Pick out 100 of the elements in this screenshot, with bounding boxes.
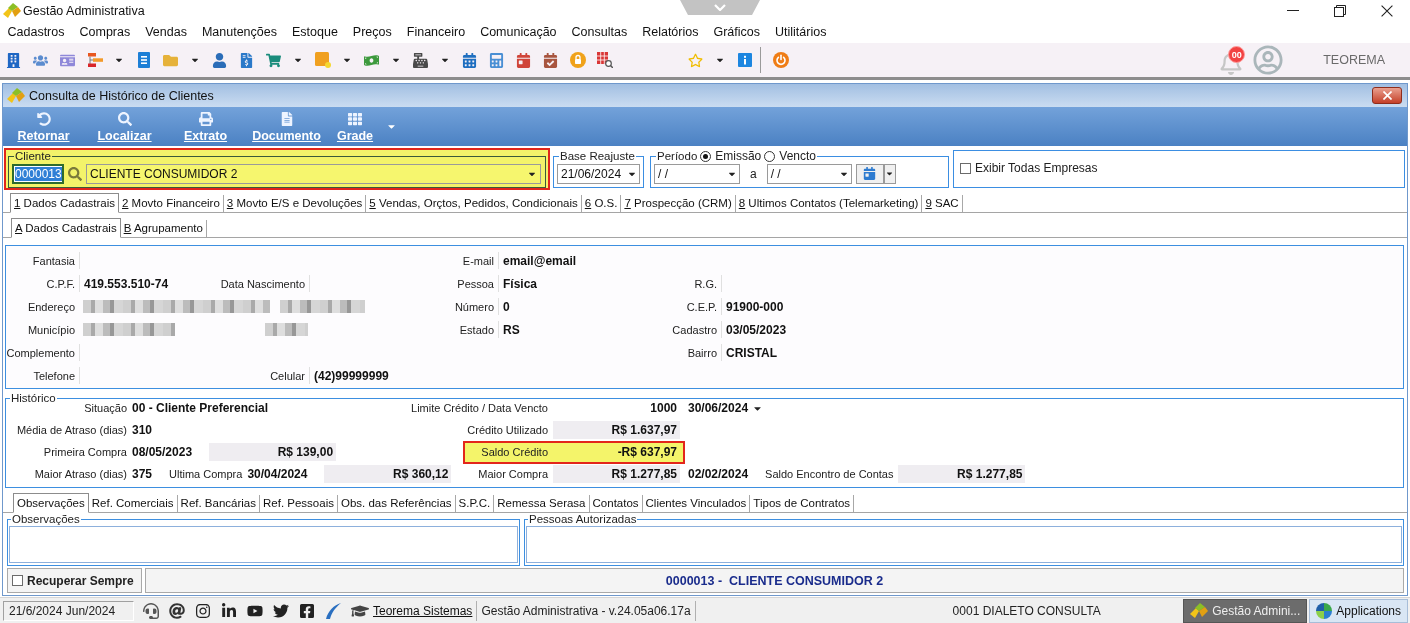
grid-icon	[348, 112, 362, 126]
menu-item[interactable]: Financeiro	[399, 21, 473, 43]
power-icon	[772, 52, 789, 68]
company-text: 0001 DIALETO CONSULTA	[952, 603, 1101, 618]
group-title: Histórico	[11, 392, 56, 404]
linkedin-icon[interactable]	[221, 602, 237, 619]
task-button[interactable]: Gestão Admini...	[1183, 598, 1308, 623]
date-select[interactable]: / /	[766, 163, 852, 184]
tab[interactable]: 5 Vendas, Orçtos, Pedidos, Condicionais	[366, 195, 582, 212]
date-select[interactable]: 21/06/2024	[557, 163, 640, 184]
field-value: (42)99999999	[309, 367, 389, 384]
money-icon	[364, 52, 379, 68]
toolbar-button[interactable]: Localizar	[84, 107, 165, 146]
app-logo-icon	[3, 3, 21, 18]
website-link[interactable]: Teorema Sistemas	[373, 603, 473, 618]
cash-register-icon	[413, 52, 428, 68]
client-select[interactable]: CLIENTE CONSUMIDOR 2	[86, 163, 541, 184]
menu-item[interactable]: Compras	[72, 21, 138, 43]
code-field[interactable]: 0000013	[12, 163, 64, 184]
toolbar-button[interactable]: Extrato	[165, 107, 246, 146]
twitter-icon[interactable]	[273, 602, 289, 619]
menu-item[interactable]: Gráficos	[705, 21, 768, 43]
tab[interactable]: S.P.C.	[455, 495, 495, 512]
close-button[interactable]	[1372, 87, 1402, 104]
pinwheel-icon	[1316, 602, 1333, 619]
form-title: Consulta de Histórico de Clientes	[29, 88, 214, 103]
tab[interactable]: 6 O.S.	[581, 195, 622, 212]
field-value: RS	[498, 321, 520, 338]
tab[interactable]: A Dados Cadastrais	[11, 218, 121, 238]
field-label: Número	[454, 300, 494, 313]
search-icon[interactable]	[68, 166, 82, 181]
toolbar-button[interactable]: Documento	[246, 107, 327, 146]
tab[interactable]: 1 Dados Cadastrais	[10, 193, 119, 213]
field-label: R.G.	[694, 277, 717, 290]
invoice-icon	[239, 52, 254, 68]
tab[interactable]: Contatos	[589, 495, 643, 512]
date-select[interactable]: / /	[654, 163, 740, 184]
people-icon	[33, 52, 48, 68]
checkbox-option[interactable]: Recuperar Sempre	[12, 573, 134, 588]
folder-icon	[163, 52, 178, 68]
notes-field[interactable]	[526, 526, 1402, 563]
menu-item[interactable]: Estoque	[284, 21, 346, 43]
field-label: Telefone	[33, 369, 75, 382]
app-logo-icon	[1190, 603, 1209, 618]
date-select[interactable]: 30/06/2024	[688, 399, 766, 417]
checkbox-option[interactable]: Exibir Todas Empresas	[960, 161, 1098, 175]
tab[interactable]: 3 Movto E/S e Devoluções	[223, 195, 367, 212]
amount-value: R$ 139,00	[277, 445, 334, 459]
cart-icon	[266, 52, 281, 68]
field-label: Maior Compra	[478, 468, 548, 480]
group-title: Observações	[12, 513, 80, 525]
toolbar-button[interactable]: Retornar	[3, 107, 84, 146]
instagram-icon[interactable]	[195, 602, 211, 619]
field-label: Fantasia	[32, 254, 75, 267]
radio-option[interactable]: Vencto	[764, 150, 816, 162]
menu-item[interactable]: Manutenções	[194, 21, 285, 43]
tab[interactable]: 8 Ultimos Contatos (Telemarketing)	[735, 195, 923, 212]
swoosh-icon[interactable]	[325, 602, 341, 619]
toolbar-button[interactable]: Grade	[327, 107, 383, 146]
menu-item[interactable]: Utilitários	[767, 21, 834, 43]
menu-item[interactable]: Vendas	[137, 21, 195, 43]
field-label: Saldo Crédito	[481, 446, 548, 458]
menu-item[interactable]: Consultas	[564, 21, 635, 43]
field-label: Crédito Utilizado	[467, 424, 548, 436]
field-value: 91900-000	[721, 298, 784, 315]
avatar-icon[interactable]	[1253, 45, 1284, 75]
field-label: Média de Atraso (dias)	[16, 424, 127, 436]
amount-value: R$ 1.637,97	[611, 423, 677, 437]
menu-item[interactable]: Comunicação	[472, 21, 565, 43]
tab[interactable]: Remessa Serasa	[494, 495, 590, 512]
document-icon	[137, 52, 150, 68]
radio-option[interactable]: Emissão	[700, 150, 762, 162]
tab[interactable]: Ref. Pessoais	[260, 495, 338, 512]
tab[interactable]: 9 SAC	[922, 195, 963, 212]
tab[interactable]: 2 Movto Financeiro	[119, 195, 224, 212]
group-title: Base Reajuste	[560, 150, 635, 162]
facebook-icon[interactable]	[299, 602, 315, 619]
group-title: Pessoas Autorizadas	[529, 513, 637, 525]
tab[interactable]: Observações	[13, 493, 89, 513]
tab[interactable]: Obs. das Referências	[337, 495, 456, 512]
calendar-icon	[516, 52, 531, 68]
notes-field[interactable]	[9, 526, 518, 563]
at-sign-icon[interactable]	[169, 602, 185, 619]
calculator-icon	[489, 52, 504, 68]
menu-item[interactable]: Preços	[345, 21, 400, 43]
menu-item[interactable]: Cadastros	[0, 21, 72, 43]
menu-item[interactable]: Relatórios	[634, 21, 706, 43]
table-search-icon	[596, 52, 613, 68]
tab[interactable]: 7 Prospecção (CRM)	[621, 195, 736, 212]
tab[interactable]: B Agrupamento	[120, 220, 207, 237]
calendar-button[interactable]	[855, 163, 884, 184]
user-icon	[212, 52, 227, 68]
calendar-icon	[462, 52, 477, 68]
tab[interactable]: Tipos de Contratos	[750, 495, 855, 512]
tab[interactable]: Clientes Vinculados	[642, 495, 751, 512]
tab[interactable]: Ref. Bancárias	[177, 495, 260, 512]
headset-icon[interactable]	[143, 602, 159, 619]
task-button[interactable]: Applications	[1309, 598, 1408, 623]
tab[interactable]: Ref. Comerciais	[88, 495, 178, 512]
field-label: Saldo Encontro de Contas	[765, 468, 894, 480]
